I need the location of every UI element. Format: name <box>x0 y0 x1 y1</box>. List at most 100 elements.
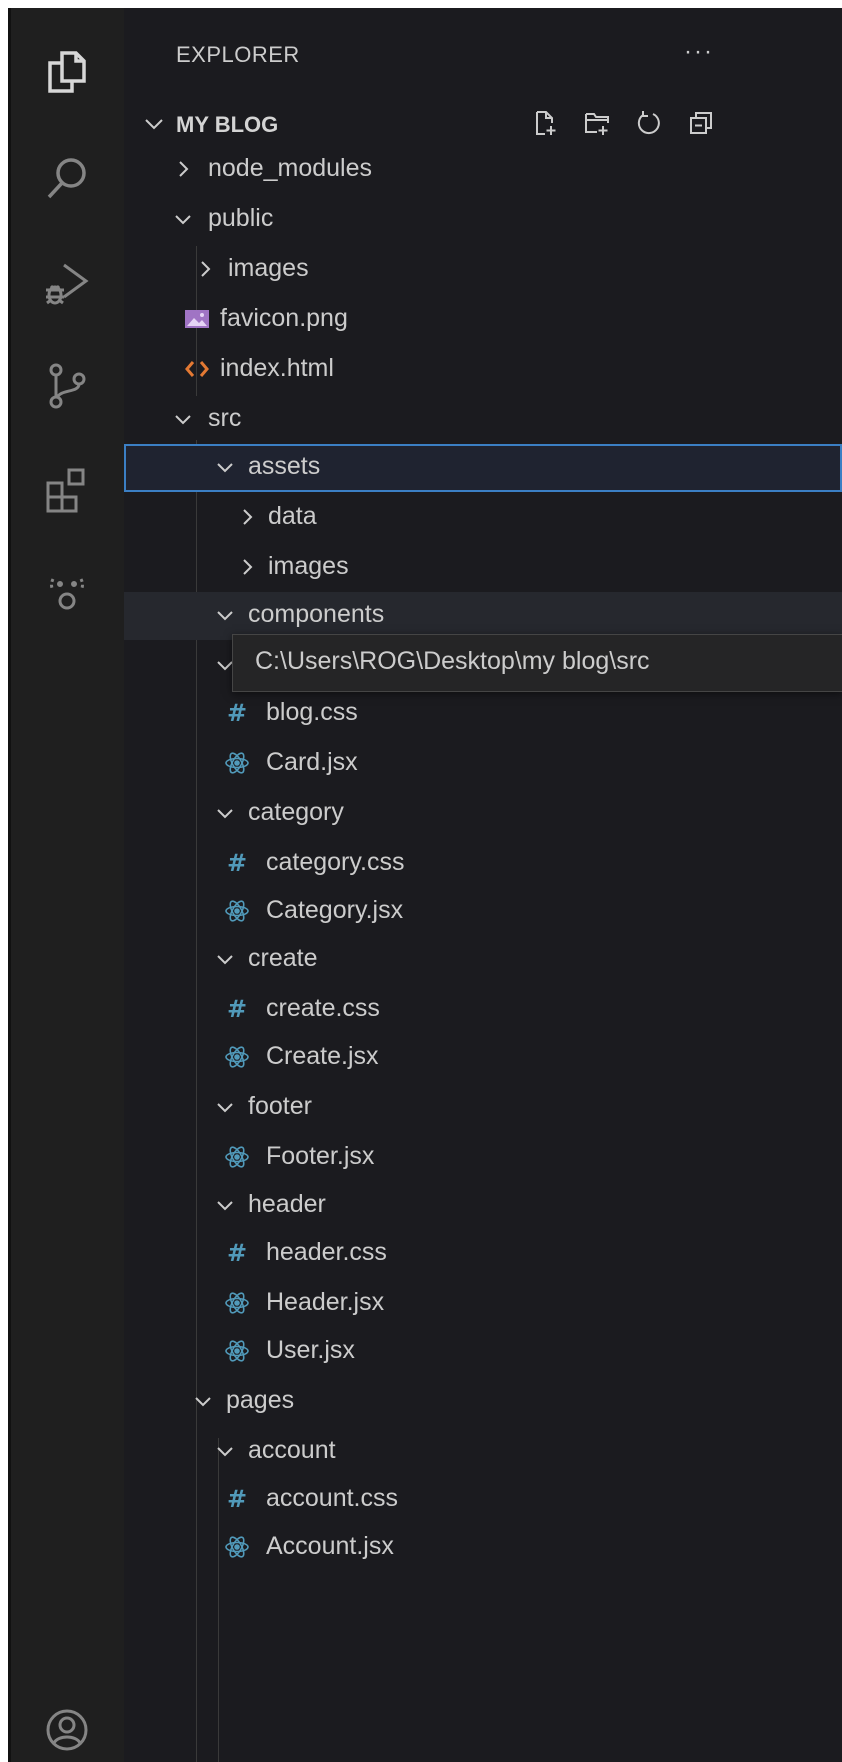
tree-file-category-css[interactable]: # category.css <box>124 840 842 888</box>
tree-label: category.css <box>266 848 405 876</box>
search-icon[interactable] <box>39 150 95 206</box>
tree-folder-header[interactable]: header <box>124 1182 842 1230</box>
activity-bar <box>8 8 127 1762</box>
extensions-icon[interactable] <box>39 462 95 518</box>
css-file-icon: # <box>226 995 248 1023</box>
chevron-down-icon <box>214 604 236 626</box>
explorer-icon[interactable] <box>39 44 95 100</box>
tree-folder-src[interactable]: src <box>124 396 842 444</box>
css-file-icon: # <box>226 699 248 727</box>
tree-label: images <box>228 254 309 282</box>
tree-file-header-css[interactable]: # header.css <box>124 1230 842 1278</box>
new-file-icon[interactable] <box>528 106 562 140</box>
tree-label: Footer.jsx <box>266 1142 375 1170</box>
tree-file-blog-css[interactable]: # blog.css <box>124 690 842 738</box>
tree-label: header <box>248 1190 326 1218</box>
tree-label: images <box>268 552 349 580</box>
chevron-right-icon <box>236 556 258 578</box>
tree-label: Header.jsx <box>266 1288 385 1316</box>
tree-folder-components[interactable]: components <box>124 592 842 640</box>
tree-label: node_modules <box>208 154 373 182</box>
css-file-icon: # <box>226 1239 248 1267</box>
tree-label: account.css <box>266 1484 399 1512</box>
more-actions-button[interactable]: ··· <box>684 38 714 66</box>
css-file-icon: # <box>226 1485 248 1513</box>
chevron-right-icon <box>236 506 258 528</box>
tree-folder-node-modules[interactable]: node_modules <box>124 146 842 194</box>
tree-folder-pages[interactable]: pages <box>124 1378 842 1426</box>
tree-file-create-css[interactable]: # create.css <box>124 986 842 1034</box>
tree-label: category <box>248 798 344 826</box>
tree-folder-images[interactable]: images <box>124 544 842 592</box>
tree-file-header-jsx[interactable]: Header.jsx <box>124 1280 842 1328</box>
tree-label: footer <box>248 1092 312 1120</box>
tooltip-path-text: C:\Users\ROG\Desktop\my blog\src <box>255 647 650 675</box>
tree-folder-account[interactable]: account <box>124 1428 842 1476</box>
tree-label: Category.jsx <box>266 896 404 924</box>
react-file-icon <box>222 1142 252 1172</box>
html-file-icon <box>182 354 212 384</box>
tree-file-footer-jsx[interactable]: Footer.jsx <box>124 1134 842 1182</box>
tree-label: blog.css <box>266 698 358 726</box>
chevron-down-icon <box>172 408 194 430</box>
tree-label: User.jsx <box>266 1336 355 1364</box>
accounts-icon[interactable] <box>39 1702 95 1758</box>
chevron-right-icon <box>172 158 194 180</box>
tree-label: account <box>248 1436 336 1464</box>
css-file-icon: # <box>226 849 248 877</box>
sidebar-header: EXPLORER ··· <box>124 8 842 102</box>
tree-label: header.css <box>266 1238 387 1266</box>
workspace-title: MY BLOG <box>176 112 279 137</box>
chevron-down-icon <box>172 208 194 230</box>
tree-label: Account.jsx <box>266 1532 394 1560</box>
tree-folder-images[interactable]: images <box>124 246 842 294</box>
chevron-down-icon <box>214 802 236 824</box>
tree-label: public <box>208 204 274 232</box>
tree-label: create.css <box>266 994 380 1022</box>
tree-label: Create.jsx <box>266 1042 379 1070</box>
refresh-icon[interactable] <box>632 106 666 140</box>
collapse-all-icon[interactable] <box>684 106 718 140</box>
react-file-icon <box>222 748 252 778</box>
tree-folder-footer[interactable]: footer <box>124 1084 842 1132</box>
react-file-icon <box>222 1336 252 1366</box>
chevron-down-icon <box>142 112 166 136</box>
chevron-down-icon <box>214 456 236 478</box>
chevron-down-icon <box>214 948 236 970</box>
chevron-down-icon <box>214 1440 236 1462</box>
tree-label: favicon.png <box>220 304 348 332</box>
explorer-title: EXPLORER <box>176 42 300 67</box>
tree-folder-data[interactable]: data <box>124 494 842 542</box>
tree-folder-assets[interactable]: assets <box>124 444 842 492</box>
tree-file-user-jsx[interactable]: User.jsx <box>124 1328 842 1376</box>
react-file-icon <box>222 1532 252 1562</box>
tree-folder-create[interactable]: create <box>124 936 842 984</box>
vscode-window: EXPLORER ··· MY BLOG node_modules public… <box>0 0 842 1762</box>
tree-file-account-css[interactable]: # account.css <box>124 1476 842 1524</box>
react-file-icon <box>222 1288 252 1318</box>
chevron-down-icon <box>214 1096 236 1118</box>
source-control-icon[interactable] <box>39 358 95 414</box>
react-file-icon <box>222 896 252 926</box>
tree-label: pages <box>226 1386 295 1414</box>
tree-label: components <box>248 600 385 628</box>
tree-file-create-jsx[interactable]: Create.jsx <box>124 1034 842 1082</box>
tree-folder-category[interactable]: category <box>124 790 842 838</box>
chevron-down-icon <box>192 1390 214 1412</box>
tree-file-index-html[interactable]: index.html <box>124 346 842 394</box>
tree-folder-public[interactable]: public <box>124 196 842 244</box>
react-file-icon <box>222 1042 252 1072</box>
tree-label: src <box>208 404 242 432</box>
new-folder-icon[interactable] <box>580 106 614 140</box>
tree-file-card-jsx[interactable]: Card.jsx <box>124 740 842 788</box>
remote-explorer-icon[interactable] <box>39 564 95 620</box>
tree-file-favicon[interactable]: favicon.png <box>124 296 842 344</box>
tree-label: Card.jsx <box>266 748 358 776</box>
chevron-down-icon <box>214 1194 236 1216</box>
run-debug-icon[interactable] <box>39 256 95 312</box>
section-header-my-blog[interactable]: MY BLOG <box>124 102 842 148</box>
tree-file-account-jsx[interactable]: Account.jsx <box>124 1524 842 1572</box>
tree-label: assets <box>248 452 321 480</box>
path-tooltip: C:\Users\ROG\Desktop\my blog\src <box>232 634 842 692</box>
tree-file-category-jsx[interactable]: Category.jsx <box>124 888 842 936</box>
